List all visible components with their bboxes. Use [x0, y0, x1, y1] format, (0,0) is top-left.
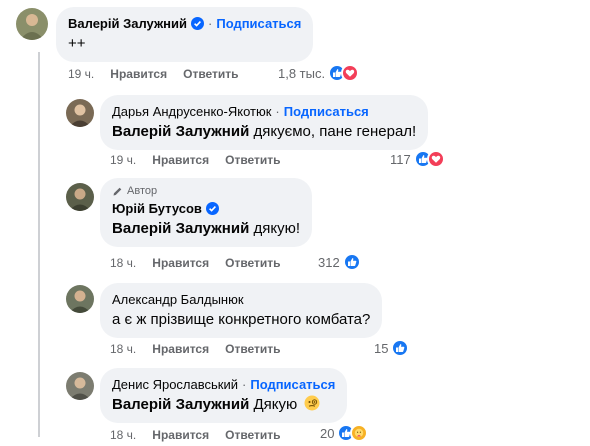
follow-button[interactable]: Подписаться: [284, 103, 369, 120]
mention-link[interactable]: Валерій Залужний: [112, 220, 249, 237]
comment-actions: 18 ч. Нравится Ответить: [110, 256, 297, 270]
separator-dot: ·: [208, 16, 213, 31]
avatar[interactable]: [66, 285, 94, 313]
follow-button[interactable]: Подписаться: [250, 376, 335, 393]
separator-dot: ·: [275, 104, 280, 119]
like-button[interactable]: Нравится: [110, 67, 167, 81]
comment-bubble: Денис Ярославський · Подписаться Валерій…: [100, 368, 348, 423]
reaction-count: 312: [318, 254, 340, 270]
comment-text: Валерій Залужний дякую!: [112, 219, 300, 239]
like-icon: [391, 339, 410, 357]
author-badge: Автор: [112, 184, 300, 198]
reply-button[interactable]: Ответить: [183, 67, 238, 81]
comment-actions: 19 ч. Нравится Ответить: [110, 153, 297, 167]
mention-link[interactable]: Валерій Залужний: [112, 396, 249, 413]
comment-text: а є ж прізвище конкретного комбата?: [112, 311, 371, 328]
like-button[interactable]: Нравится: [152, 256, 209, 270]
comment-time[interactable]: 19 ч.: [68, 67, 94, 81]
comment-author[interactable]: Дарья Андрусенко-Якотюк: [112, 103, 271, 120]
comment-author[interactable]: Валерій Залужний: [68, 15, 187, 32]
reply-button[interactable]: Ответить: [225, 153, 280, 167]
comment-author[interactable]: Александр Балдынюк: [112, 291, 244, 308]
avatar[interactable]: [16, 8, 48, 40]
comment-author[interactable]: Денис Ярославський: [112, 376, 238, 393]
reply-button[interactable]: Ответить: [225, 428, 280, 442]
reaction-summary[interactable]: 312: [318, 253, 361, 271]
pencil-icon: [113, 187, 122, 195]
author-badge-label: Автор: [127, 185, 158, 197]
like-button[interactable]: Нравится: [152, 342, 209, 356]
avatar[interactable]: [66, 99, 94, 127]
comment-text: Валерій Залужний дякуємо, пане генерал!: [112, 122, 416, 142]
like-icon: [342, 253, 361, 271]
reply-thread-line: [38, 52, 40, 437]
comment-time[interactable]: 18 ч.: [110, 428, 136, 442]
comment-text-body: Дякую: [253, 396, 298, 413]
comment-text: Валерій Залужний Дякую: [112, 395, 335, 415]
like-button[interactable]: Нравится: [152, 153, 209, 167]
comment-bubble: Автор Юрій Бутусов Валерій Залужний дяку…: [100, 178, 313, 247]
reply-button[interactable]: Ответить: [225, 256, 280, 270]
love-icon: [341, 64, 360, 82]
comment-actions: 19 ч. Нравится Ответить: [68, 67, 255, 81]
verified-badge-icon: [205, 202, 219, 215]
reaction-summary[interactable]: 1,8 тыс.: [278, 64, 360, 82]
reaction-summary[interactable]: 117: [390, 150, 445, 168]
reaction-summary[interactable]: 15: [374, 339, 410, 357]
love-icon: [426, 150, 445, 168]
comment-time[interactable]: 19 ч.: [110, 153, 136, 167]
mention-link[interactable]: Валерій Залужний: [112, 123, 249, 140]
avatar[interactable]: [66, 183, 94, 211]
care-icon: [350, 424, 369, 442]
comment-time[interactable]: 18 ч.: [110, 342, 136, 356]
reaction-summary[interactable]: 20: [320, 424, 369, 442]
reaction-count: 1,8 тыс.: [278, 65, 326, 81]
reaction-count: 20: [320, 425, 335, 441]
face-with-monocle-icon: [304, 395, 320, 411]
comment-actions: 18 ч. Нравится Ответить: [110, 428, 297, 442]
like-button[interactable]: Нравится: [152, 428, 209, 442]
comment-author[interactable]: Юрій Бутусов: [112, 200, 202, 217]
comment-text: ++: [68, 35, 86, 52]
comment-bubble: Дарья Андрусенко-Якотюк · Подписаться Ва…: [100, 95, 429, 150]
comment-text-body: дякую!: [253, 220, 301, 237]
comment-actions: 18 ч. Нравится Ответить: [110, 342, 297, 356]
separator-dot: ·: [242, 377, 247, 392]
comment-bubble: Валерій Залужний · Подписаться ++: [56, 7, 314, 62]
avatar[interactable]: [66, 372, 94, 400]
comment-time[interactable]: 18 ч.: [110, 256, 136, 270]
follow-button[interactable]: Подписаться: [216, 15, 301, 32]
reaction-count: 117: [390, 151, 411, 167]
comment-text-body: дякуємо, пане генерал!: [253, 123, 417, 140]
verified-badge-icon: [191, 17, 204, 30]
comment-bubble: Александр Балдынюк а є ж прізвище конкре…: [100, 283, 383, 338]
reaction-count: 15: [374, 340, 389, 356]
reply-button[interactable]: Ответить: [225, 342, 280, 356]
